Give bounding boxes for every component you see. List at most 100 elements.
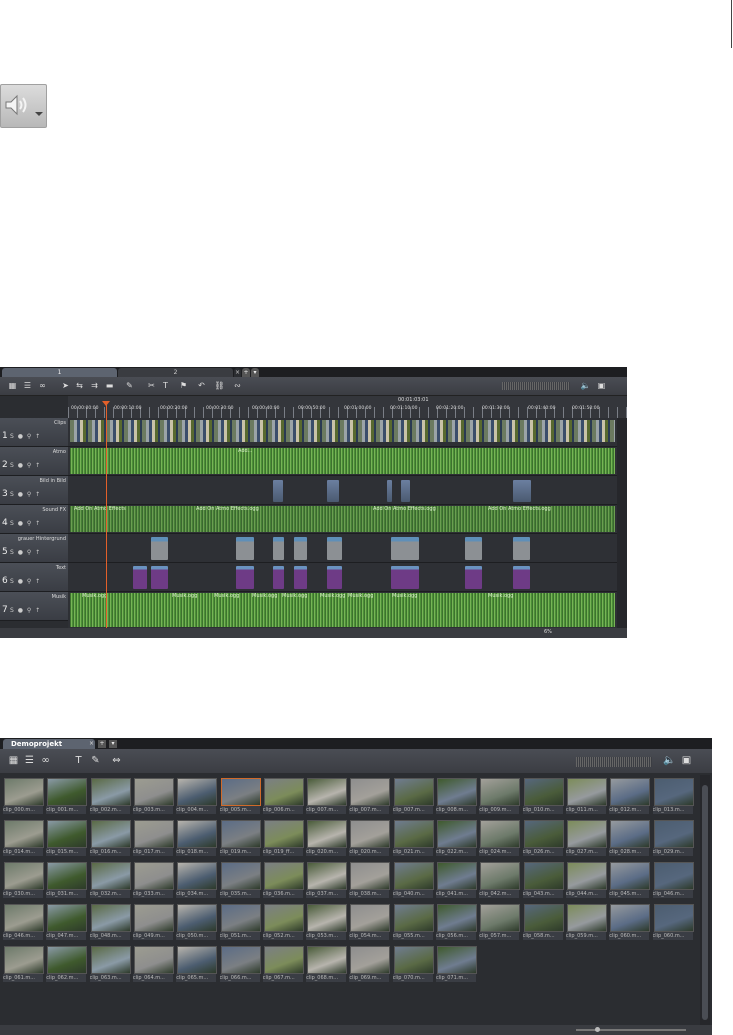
clip-thumbnail[interactable]: clip_046.m... xyxy=(3,903,44,941)
clip-thumbnail[interactable]: clip_027.m... xyxy=(565,819,607,857)
track-header[interactable]: Atmo 2 S ● ⚲ ↑ xyxy=(0,447,68,476)
clip-thumbnail[interactable]: clip_058.m... xyxy=(522,903,564,941)
volume-button[interactable] xyxy=(0,84,47,128)
grey-background-object[interactable] xyxy=(236,537,254,560)
grey-background-object[interactable] xyxy=(294,537,307,560)
pip-object[interactable] xyxy=(327,480,339,502)
screen-icon[interactable]: ▣ xyxy=(596,380,607,391)
clip-thumbnail[interactable]: clip_009.m... xyxy=(479,777,521,815)
clip-thumbnail[interactable]: clip_002.m... xyxy=(89,777,131,815)
link-chain-icon[interactable]: ⛓ xyxy=(214,380,225,391)
clip-thumbnail[interactable]: clip_013.m... xyxy=(652,777,694,815)
clip-thumbnail[interactable]: clip_016.m... xyxy=(89,819,131,857)
clip-thumbnail[interactable]: clip_018.m... xyxy=(176,819,218,857)
playhead[interactable] xyxy=(106,403,107,631)
list-view-icon[interactable]: ☰ xyxy=(23,754,36,767)
clip-thumbnail[interactable]: clip_040.m... xyxy=(392,861,434,899)
clip-thumbnail[interactable]: clip_005.m... xyxy=(219,777,261,815)
clip-thumbnail[interactable]: clip_068.m... xyxy=(306,945,348,983)
clip-thumbnail[interactable]: clip_031.m... xyxy=(46,861,88,899)
clip-thumbnail[interactable]: clip_007.m... xyxy=(392,777,434,815)
clip-thumbnail[interactable]: clip_026.m... xyxy=(522,819,564,857)
flag-icon[interactable]: ⚑ xyxy=(178,380,189,391)
clip-thumbnail[interactable]: clip_000.m... xyxy=(3,777,44,815)
clip-thumbnail[interactable]: clip_044.m... xyxy=(565,861,607,899)
text-object[interactable] xyxy=(133,566,147,589)
text-object[interactable] xyxy=(273,566,284,589)
grey-background-object[interactable] xyxy=(151,537,168,560)
clip-thumbnail[interactable]: clip_015.m... xyxy=(46,819,88,857)
clip-thumbnail[interactable]: clip_028.m... xyxy=(609,819,651,857)
split-icon[interactable]: ⇉ xyxy=(89,380,100,391)
clip-thumbnail[interactable]: clip_004.m... xyxy=(176,777,218,815)
text-object[interactable] xyxy=(465,566,482,589)
clip-thumbnail[interactable]: clip_060.m... xyxy=(652,903,694,941)
clip-thumbnail[interactable]: clip_033.m... xyxy=(132,861,174,899)
clip-thumbnail[interactable]: clip_060.m... xyxy=(609,903,651,941)
clip-thumbnail[interactable]: clip_069.m... xyxy=(349,945,391,983)
tab-2[interactable]: 2 xyxy=(118,368,233,377)
text-object[interactable] xyxy=(327,566,342,589)
scrollbar-thumb[interactable] xyxy=(702,785,708,1020)
mediapool-vertical-scrollbar[interactable] xyxy=(700,775,710,1025)
audio-clip[interactable] xyxy=(70,448,615,474)
track-buttons[interactable]: S ● ⚲ ↑ xyxy=(10,491,41,498)
clip-thumbnail[interactable]: clip_014.m... xyxy=(3,819,44,857)
clip-thumbnail[interactable]: clip_017.m... xyxy=(132,819,174,857)
clip-thumbnail[interactable]: clip_062.m... xyxy=(46,945,88,983)
clip-thumbnail[interactable]: clip_050.m... xyxy=(176,903,218,941)
ripple-icon[interactable]: ▬ xyxy=(104,380,115,391)
screen-icon[interactable]: ▣ xyxy=(680,754,693,767)
unlink-icon[interactable]: ∾ xyxy=(232,380,243,391)
clip-thumbnail[interactable]: clip_057.m... xyxy=(479,903,521,941)
track-header[interactable]: Bild in Bild 3 S ● ⚲ ↑ xyxy=(0,476,68,505)
clip-thumbnail[interactable]: clip_030.m... xyxy=(3,861,44,899)
close-icon[interactable]: × xyxy=(89,740,94,747)
title-icon[interactable]: T xyxy=(72,754,85,767)
clip-thumbnail[interactable]: clip_059.m... xyxy=(565,903,607,941)
list-view-icon[interactable]: ☰ xyxy=(22,380,33,391)
clip-thumbnail[interactable]: clip_019.m... xyxy=(219,819,261,857)
track-header[interactable]: Musik 7 S ● ⚲ ↑ xyxy=(0,592,68,621)
grid-view-icon[interactable]: ▦ xyxy=(7,754,20,767)
clip-thumbnail[interactable]: clip_052.m... xyxy=(262,903,304,941)
track-header[interactable]: grauer Hintergrund 5 S ● ⚲ ↑ xyxy=(0,534,68,563)
link-icon[interactable]: ∞ xyxy=(39,754,52,767)
clip-thumbnail[interactable]: clip_003.m... xyxy=(132,777,174,815)
text-object[interactable] xyxy=(236,566,254,589)
clip-thumbnail[interactable]: clip_053.m... xyxy=(306,903,348,941)
track-header[interactable]: Clips 1 S ● ⚲ ↑ xyxy=(0,418,68,447)
close-icon[interactable]: × xyxy=(234,368,241,377)
clip-thumbnail[interactable]: clip_007.m... xyxy=(349,777,391,815)
track-buttons[interactable]: S ● ⚲ ↑ xyxy=(10,462,41,469)
clip-thumbnail[interactable]: clip_045.m... xyxy=(609,861,651,899)
track-header[interactable]: Text 6 S ● ⚲ ↑ xyxy=(0,563,68,592)
grey-background-object[interactable] xyxy=(391,537,419,560)
link-icon[interactable]: ∞ xyxy=(37,380,48,391)
clip-thumbnail[interactable]: clip_055.m... xyxy=(392,903,434,941)
clip-thumbnail[interactable]: clip_043.m... xyxy=(522,861,564,899)
add-tab-icon[interactable]: + xyxy=(98,740,106,748)
thumbnail-size-slider[interactable] xyxy=(576,1029,686,1031)
clip-thumbnail[interactable]: clip_029.m... xyxy=(652,819,694,857)
track-buttons[interactable]: S ● ⚲ ↑ xyxy=(10,607,41,614)
clip-thumbnail[interactable]: clip_061.m... xyxy=(3,945,44,983)
clip-thumbnail[interactable]: clip_001.m... xyxy=(46,777,88,815)
grid-view-icon[interactable]: ▦ xyxy=(7,380,18,391)
track-buttons[interactable]: S ● ⚲ ↑ xyxy=(10,578,41,585)
clip-thumbnail[interactable]: clip_036.m... xyxy=(262,861,304,899)
timeline-vertical-scrollbar[interactable] xyxy=(617,418,627,628)
clip-thumbnail[interactable]: clip_022.m... xyxy=(436,819,477,857)
track-buttons[interactable]: S ● ⚲ ↑ xyxy=(10,549,41,556)
pip-object[interactable] xyxy=(387,480,392,502)
grey-background-object[interactable] xyxy=(465,537,482,560)
clip-thumbnail[interactable]: clip_010.m... xyxy=(522,777,564,815)
clip-thumbnail[interactable]: clip_056.m... xyxy=(436,903,477,941)
tab-menu-icon[interactable]: ▾ xyxy=(251,368,259,377)
clip-thumbnail[interactable]: clip_067.m... xyxy=(262,945,304,983)
text-object[interactable] xyxy=(513,566,530,589)
clip-thumbnail[interactable]: clip_011.m... xyxy=(565,777,607,815)
pip-object[interactable] xyxy=(401,480,410,502)
track-buttons[interactable]: S ● ⚲ ↑ xyxy=(10,433,41,440)
marker-icon[interactable]: ✎ xyxy=(124,380,135,391)
